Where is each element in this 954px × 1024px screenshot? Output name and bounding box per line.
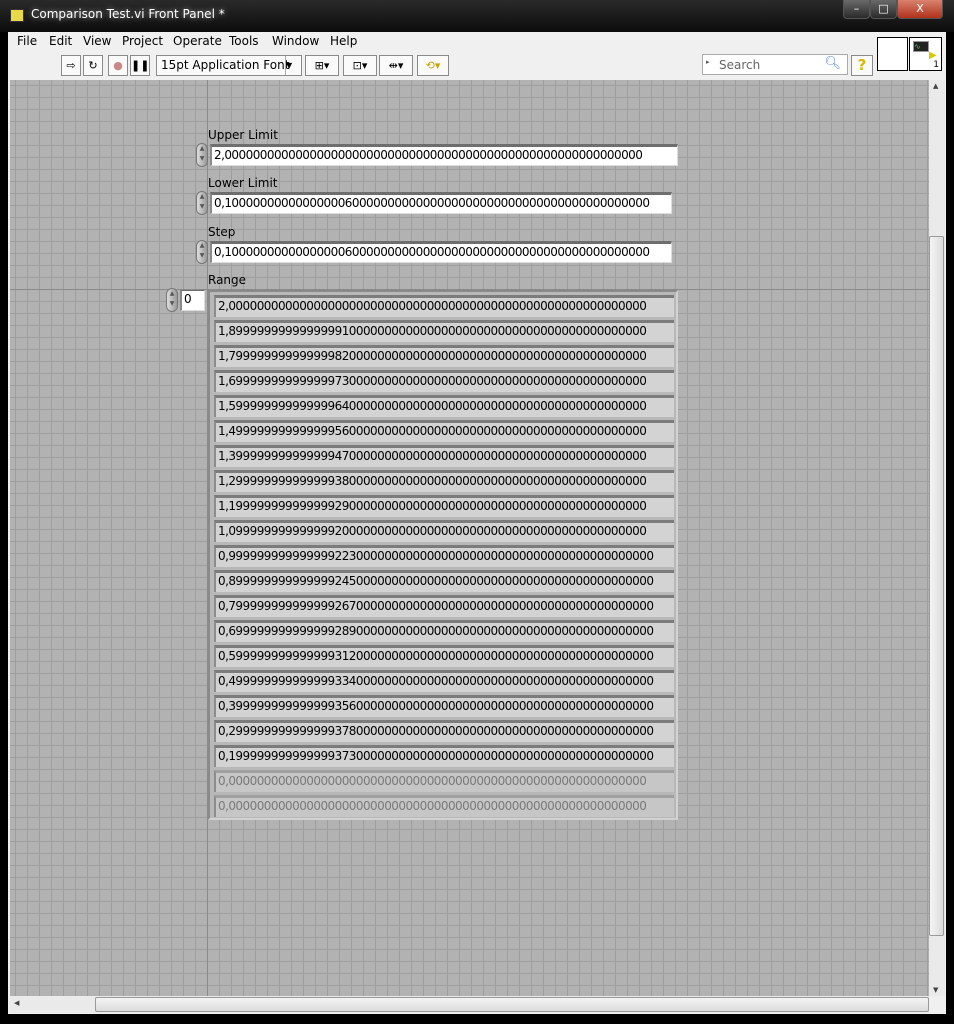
range-element[interactable]: 1,19999999999999929000000000000000000000… (214, 495, 674, 517)
step-input[interactable]: 0,10000000000000000600000000000000000000… (210, 241, 672, 263)
step-label: Step (208, 225, 236, 239)
range-element[interactable]: 0,29999999999999937800000000000000000000… (214, 720, 674, 742)
menu-file[interactable]: File (17, 34, 37, 48)
range-element[interactable]: 0,00000000000000000000000000000000000000… (214, 795, 674, 817)
vi-icon[interactable]: ∿ ▶ 1 (909, 37, 942, 71)
maximize-button[interactable]: □ (870, 0, 897, 19)
search-menu-arrow-icon: ▸ (706, 58, 710, 66)
range-element[interactable]: 1,59999999999999964000000000000000000000… (214, 395, 674, 417)
menu-view[interactable]: View (83, 34, 111, 48)
upper-limit-label: Upper Limit (208, 128, 278, 142)
range-label: Range (208, 273, 247, 287)
connector-count: 1 (933, 60, 939, 70)
range-element[interactable]: 1,29999999999999938000000000000000000000… (214, 470, 674, 492)
connector-pane[interactable] (877, 37, 908, 71)
menu-bar: File Edit View Project Operate Tools Win… (8, 32, 874, 51)
close-button[interactable]: X (897, 0, 943, 19)
window-title: Comparison Test.vi Front Panel * (31, 7, 225, 21)
range-element[interactable]: 1,49999999999999956000000000000000000000… (214, 420, 674, 442)
menu-tools[interactable]: Tools (229, 34, 259, 48)
lower-limit-increment-icon[interactable]: ▲ ▼ (196, 191, 208, 215)
range-element[interactable]: 1,89999999999999991000000000000000000000… (214, 320, 674, 342)
range-element[interactable]: 0,59999999999999931200000000000000000000… (214, 645, 674, 667)
menu-operate[interactable]: Operate (173, 34, 222, 48)
range-element[interactable]: 1,69999999999999973000000000000000000000… (214, 370, 674, 392)
distribute-objects-icon[interactable]: ⊡▾ (343, 55, 377, 76)
title-bar: Comparison Test.vi Front Panel * – □ X (0, 0, 954, 32)
range-element[interactable]: 1,09999999999999920000000000000000000000… (214, 520, 674, 542)
minimize-button[interactable]: – (843, 0, 870, 19)
range-element[interactable]: 2,00000000000000000000000000000000000000… (214, 295, 674, 317)
scroll-left-icon[interactable]: ◀ (14, 999, 19, 1007)
reorder-icon[interactable]: ⟲▾ (417, 55, 449, 76)
menu-window[interactable]: Window (272, 34, 319, 48)
font-label: 15pt Application Font (161, 58, 290, 72)
search-placeholder: Search (719, 58, 761, 72)
range-element[interactable]: 0,79999999999999926700000000000000000000… (214, 595, 674, 617)
array-index-input[interactable]: 0 (180, 290, 205, 311)
range-array: 2,00000000000000000000000000000000000000… (208, 290, 678, 820)
range-element[interactable]: 0,69999999999999928900000000000000000000… (214, 620, 674, 642)
range-element[interactable]: 0,19999999999999937300000000000000000000… (214, 745, 674, 767)
vertical-scroll-thumb[interactable] (929, 236, 944, 936)
menu-project[interactable]: Project (122, 34, 163, 48)
range-element[interactable]: 1,39999999999999947000000000000000000000… (214, 445, 674, 467)
menu-help[interactable]: Help (330, 34, 357, 48)
upper-limit-increment-icon[interactable]: ▲ ▼ (196, 143, 208, 167)
range-element[interactable]: 0,39999999999999935600000000000000000000… (214, 695, 674, 717)
labview-vi-icon (10, 9, 24, 22)
lower-limit-label: Lower Limit (208, 176, 278, 190)
range-element[interactable]: 0,99999999999999922300000000000000000000… (214, 545, 674, 567)
front-panel-canvas[interactable]: Upper Limit ▲ ▼ 2,00000000000000000000000… (10, 80, 929, 996)
search-icon[interactable]: 🔍︎ (824, 56, 841, 71)
waveform-icon: ∿ (913, 41, 929, 52)
scroll-up-icon[interactable]: ▲ (933, 82, 938, 90)
horizontal-scroll-thumb[interactable] (95, 997, 929, 1012)
search-input[interactable]: ▸ Search 🔍︎ (702, 54, 848, 75)
chevron-down-icon: ▼ (285, 56, 301, 75)
range-element[interactable]: 0,89999999999999924500000000000000000000… (214, 570, 674, 592)
step-increment-icon[interactable]: ▲ ▼ (196, 240, 208, 264)
menu-edit[interactable]: Edit (49, 34, 72, 48)
run-continuously-icon[interactable]: ↻ (83, 55, 103, 76)
resize-objects-icon[interactable]: ⇹▾ (379, 55, 413, 76)
abort-icon[interactable]: ● (108, 55, 128, 76)
range-element[interactable]: 0,49999999999999933400000000000000000000… (214, 670, 674, 692)
range-element[interactable]: 0,00000000000000000000000000000000000000… (214, 770, 674, 792)
align-objects-icon[interactable]: ⊞▾ (305, 55, 339, 76)
upper-limit-input[interactable]: 2,00000000000000000000000000000000000000… (210, 144, 678, 166)
toolbar: ⇨ ↻ ● ❚❚ 15pt Application Font ▼ ⊞▾ ⊡▾ ⇹▾… (8, 51, 874, 78)
scroll-down-icon[interactable]: ▼ (933, 986, 938, 994)
run-arrow-icon[interactable]: ⇨ (61, 55, 81, 76)
lower-limit-input[interactable]: 0,10000000000000000600000000000000000000… (210, 192, 672, 214)
context-help-icon[interactable]: ? (851, 55, 873, 76)
range-element[interactable]: 1,79999999999999982000000000000000000000… (214, 345, 674, 367)
font-dropdown[interactable]: 15pt Application Font ▼ (156, 55, 302, 76)
pause-icon[interactable]: ❚❚ (130, 55, 150, 76)
array-index-increment-icon[interactable]: ▲ ▼ (166, 288, 178, 312)
